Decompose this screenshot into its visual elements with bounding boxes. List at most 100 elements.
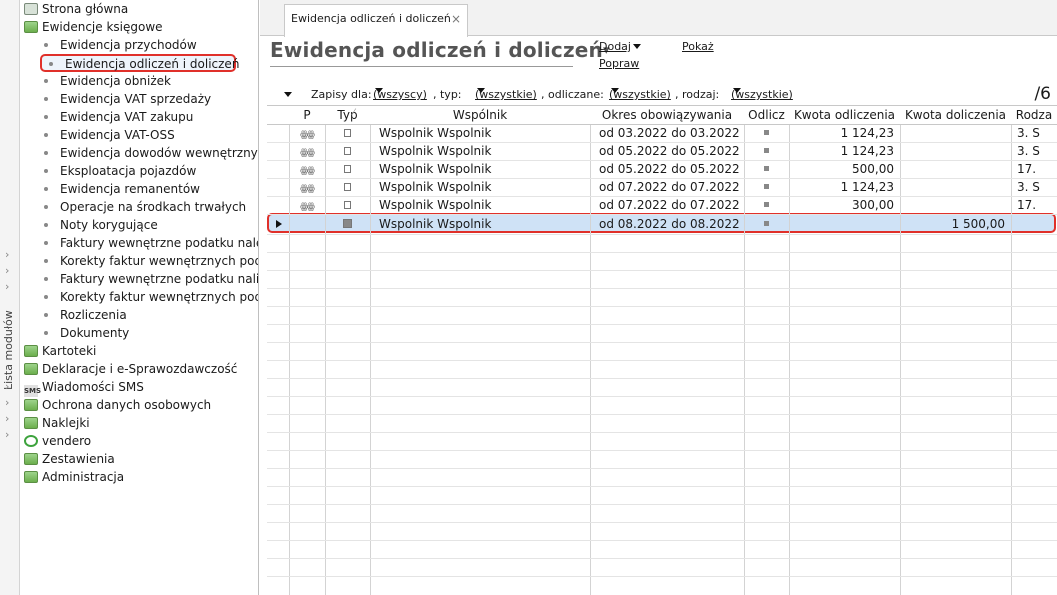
nav-subitem-eksploatacja-pojazdow[interactable]: Eksploatacja pojazdów — [20, 162, 196, 180]
cell-rodzaj[interactable]: 3. S — [1011, 142, 1057, 160]
nav-subitem-faktury-wewn-nalezny[interactable]: Faktury wewnętrzne podatku należn — [20, 234, 259, 252]
module-list-strip[interactable]: Lista modułów › › › › › › › — [0, 0, 20, 595]
column-header-kwota-odliczenia[interactable]: Kwota odliczenia — [789, 106, 900, 124]
cell-wspolnik[interactable]: Wspolnik Wspolnik — [370, 178, 590, 196]
cell-rodzaj[interactable]: 3. S — [1011, 124, 1057, 142]
nav-item-label: Faktury wewnętrzne podatku należn — [60, 236, 259, 250]
nav-item-ewidencje-ksiegowe[interactable]: Ewidencje księgowe — [20, 18, 163, 36]
nav-subitem-dowodow-wewnetrznych[interactable]: Ewidencja dowodów wewnętrznych — [20, 144, 258, 162]
cell-kwota-odliczenia[interactable]: 1 124,23 — [789, 124, 900, 142]
nav-subitem-rozliczenia[interactable]: Rozliczenia — [20, 306, 127, 324]
module-list-label: Lista modułów — [2, 310, 15, 390]
row-line — [267, 522, 1057, 523]
cell-wspolnik[interactable]: Wspolnik Wspolnik — [370, 160, 590, 178]
cell-wspolnik[interactable]: Wspolnik Wspolnik — [370, 196, 590, 214]
chevron-right-icon[interactable]: › — [5, 281, 9, 292]
cell-kwota-odliczenia[interactable] — [789, 215, 900, 233]
nav-item-zestawienia[interactable]: Zestawienia — [20, 450, 115, 468]
nav-item-label: Strona główna — [42, 2, 129, 16]
cell-kwota-odliczenia[interactable]: 1 124,23 — [789, 142, 900, 160]
cell-kwota-odliczenia[interactable]: 300,00 — [789, 196, 900, 214]
cell-kwota-doliczenia[interactable] — [900, 160, 1011, 178]
cell-okres[interactable]: od 07.2022 do 07.2022 — [590, 178, 744, 196]
pokaz-button[interactable]: Pokaż — [682, 40, 714, 53]
nav-item-naklejki[interactable]: Naklejki — [20, 414, 90, 432]
chevron-right-icon[interactable]: › — [5, 381, 9, 392]
nav-subitem-ewidencja-przychodow[interactable]: Ewidencja przychodów — [20, 36, 197, 54]
dropdown-arrow-icon — [611, 88, 619, 93]
odlicz-check-icon — [744, 142, 789, 160]
nav-subitem-ewidencja-odliczen-i-doliczen[interactable]: Ewidencja odliczeń i doliczeń — [40, 54, 239, 72]
nav-subitem-ewidencja-obnizek[interactable]: Ewidencja obniżek — [20, 72, 171, 90]
row-line — [267, 360, 1057, 361]
cell-okres[interactable]: od 05.2022 do 05.2022 — [590, 160, 744, 178]
nav-item-label: Dokumenty — [60, 326, 130, 340]
close-icon[interactable]: × — [451, 5, 461, 33]
cell-rodzaj[interactable] — [1011, 215, 1057, 233]
nav-item-vendero[interactable]: vendero — [20, 432, 91, 450]
nav-subitem-korekty-faktur-nalezny[interactable]: Korekty faktur wewnętrznych podatl — [20, 252, 258, 270]
cell-wspolnik[interactable]: Wspolnik Wspolnik — [370, 124, 590, 142]
nav-subitem-vat-sprzedazy[interactable]: Ewidencja VAT sprzedaży — [20, 90, 211, 108]
filter-rodzaj-label: , rodzaj: — [675, 88, 720, 101]
cell-kwota-odliczenia[interactable]: 1 124,23 — [789, 178, 900, 196]
page-title[interactable]: Ewidencja odliczeń i doliczeń▾ — [270, 38, 610, 62]
folder-icon — [24, 345, 38, 357]
filter-typ-label: , typ: — [433, 88, 462, 101]
nav-item-kartoteki[interactable]: Kartoteki — [20, 342, 96, 360]
chevron-right-icon[interactable]: › — [5, 429, 9, 440]
bullet-icon — [44, 79, 48, 83]
cell-kwota-doliczenia[interactable] — [900, 178, 1011, 196]
nav-subitem-srodki-trwale[interactable]: Operacje na środkach trwałych — [20, 198, 246, 216]
popraw-button[interactable]: Popraw — [599, 57, 639, 70]
nav-subitem-vat-zakupu[interactable]: Ewidencja VAT zakupu — [20, 108, 193, 126]
nav-item-label: Kartoteki — [42, 344, 97, 358]
bullet-icon — [44, 97, 48, 101]
nav-item-ochrona-danych[interactable]: Ochrona danych osobowych — [20, 396, 211, 414]
cell-okres[interactable]: od 05.2022 do 05.2022 — [590, 142, 744, 160]
cell-wspolnik[interactable]: Wspolnik Wspolnik — [370, 142, 590, 160]
nav-item-administracja[interactable]: Administracja — [20, 468, 124, 486]
nav-subitem-noty-korygujace[interactable]: Noty korygujące — [20, 216, 158, 234]
column-header-wspolnik[interactable]: Wspólnik — [370, 106, 590, 124]
row-line — [267, 468, 1057, 469]
cell-kwota-doliczenia[interactable] — [900, 124, 1011, 142]
cell-kwota-doliczenia[interactable]: 1 500,00 — [900, 215, 1011, 233]
column-header-kwota-doliczenia[interactable]: Kwota doliczenia — [900, 106, 1011, 124]
column-header-okres[interactable]: Okres obowiązywania — [590, 106, 744, 124]
collapse-filter-icon[interactable] — [284, 92, 292, 97]
cell-okres[interactable]: od 03.2022 do 03.2022 — [590, 124, 744, 142]
cell-kwota-doliczenia[interactable] — [900, 196, 1011, 214]
column-header-typ[interactable]: Typ — [325, 106, 370, 124]
column-header-odlicz[interactable]: Odlicz — [744, 106, 789, 124]
cell-rodzaj[interactable]: 3. S — [1011, 178, 1057, 196]
nav-item-strona-glowna[interactable]: Strona główna — [20, 0, 128, 18]
bullet-icon — [44, 223, 48, 227]
bullet-icon — [49, 62, 53, 66]
row-line — [267, 576, 1057, 577]
nav-subitem-vat-oss[interactable]: Ewidencja VAT-OSS — [20, 126, 175, 144]
chevron-right-icon[interactable]: › — [5, 397, 9, 408]
chevron-right-icon[interactable]: › — [5, 413, 9, 424]
chevron-right-icon[interactable]: › — [5, 265, 9, 276]
nav-item-deklaracje[interactable]: Deklaracje i e-Sprawozdawczość — [20, 360, 237, 378]
column-header-rodzaj[interactable]: Rodza — [1011, 106, 1057, 124]
tab-ewidencja-odliczen[interactable]: Ewidencja odliczeń i doliczeń × — [284, 4, 468, 37]
row-line — [267, 342, 1057, 343]
nav-subitem-faktury-wewn-naliczony[interactable]: Faktury wewnętrzne podatku naliczo — [20, 270, 258, 288]
cell-okres[interactable]: od 07.2022 do 07.2022 — [590, 196, 744, 214]
cell-rodzaj[interactable]: 17. — [1011, 160, 1057, 178]
chevron-right-icon[interactable]: › — [5, 249, 9, 260]
nav-subitem-korekty-faktur-naliczony[interactable]: Korekty faktur wewnętrznych podatl — [20, 288, 258, 306]
cell-okres[interactable]: od 08.2022 do 08.2022 — [590, 215, 744, 233]
person-icon: ꙮꙮ — [300, 202, 315, 212]
nav-item-wiadomosci-sms[interactable]: SMSWiadomości SMS — [20, 378, 144, 397]
dodaj-button[interactable]: Dodaj — [599, 40, 641, 53]
nav-subitem-dokumenty[interactable]: Dokumenty — [20, 324, 129, 342]
cell-rodzaj[interactable]: 17. — [1011, 196, 1057, 214]
cell-wspolnik[interactable]: Wspolnik Wspolnik — [370, 215, 590, 233]
nav-subitem-remanentow[interactable]: Ewidencja remanentów — [20, 180, 200, 198]
cell-kwota-doliczenia[interactable] — [900, 142, 1011, 160]
cell-kwota-odliczenia[interactable]: 500,00 — [789, 160, 900, 178]
column-header-p[interactable]: P — [289, 106, 325, 124]
